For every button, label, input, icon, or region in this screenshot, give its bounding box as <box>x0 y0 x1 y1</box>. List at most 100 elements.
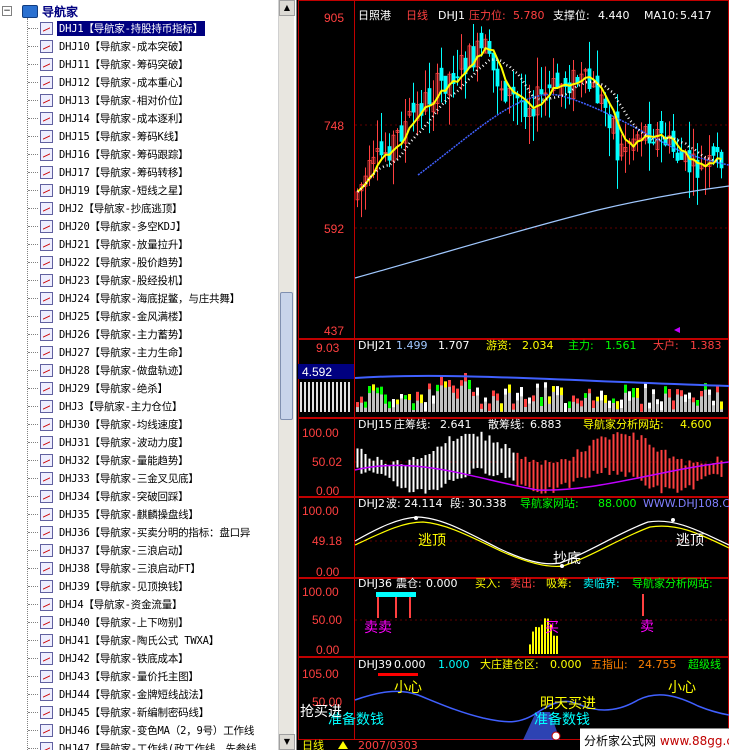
volume-bar-top <box>520 387 523 397</box>
formula-item[interactable]: DHJ1【导航家-持股持币指标】 <box>0 19 278 37</box>
formula-item[interactable]: DHJ22【导航家-股价趋势】 <box>0 253 278 271</box>
scroll-down-icon[interactable]: ▼ <box>279 734 295 750</box>
formula-icon <box>40 255 53 269</box>
formula-item[interactable]: DHJ34【导航家-突破回踩】 <box>0 487 278 505</box>
formula-item[interactable]: DHJ43【导航家-量价托主图】 <box>0 667 278 685</box>
formula-item[interactable]: DHJ20【导航家-多空KDJ】 <box>0 217 278 235</box>
collapse-toggle-icon[interactable]: − <box>2 6 12 16</box>
volume-bar-top <box>388 401 391 409</box>
panel3-y-tick-2: 50.02 <box>312 455 342 469</box>
formula-item[interactable]: DHJ46【导航家-变色MA（2，9号）工作线 <box>0 721 278 739</box>
formula-item[interactable]: DHJ15【导航家-筹码K线】 <box>0 127 278 145</box>
volume-bar-top <box>452 385 455 393</box>
volume-bar-top <box>524 398 527 408</box>
tree-branch-line <box>28 568 38 569</box>
formula-item[interactable]: DHJ28【导航家-做盘轨迹】 <box>0 361 278 379</box>
formula-item[interactable]: DHJ14【导航家-成本逐利】 <box>0 109 278 127</box>
formula-item[interactable]: DHJ37【导航家-三浪启动】 <box>0 541 278 559</box>
formula-item[interactable]: DHJ45【导航家-新编制密码线】 <box>0 703 278 721</box>
formula-item[interactable]: DHJ30【导航家-均线速度】 <box>0 415 278 433</box>
panel3-label-1: 庄筹线: <box>394 417 431 431</box>
panel5-label-2: 买入: <box>475 577 501 590</box>
candlestick-series <box>355 24 724 218</box>
formula-item-label: DHJ27【导航家-主力生命】 <box>59 346 189 359</box>
main-y-tick-2: 748 <box>324 119 344 133</box>
volume-bar-top <box>576 398 579 404</box>
volume-bar-top <box>424 402 427 411</box>
formula-item[interactable]: DHJ40【导航家-上下吻别】 <box>0 613 278 631</box>
formula-item[interactable]: DHJ17【导航家-筹码转移】 <box>0 163 278 181</box>
tree-branch-line <box>28 46 38 47</box>
panel4-label-1: 波: <box>386 497 401 510</box>
panel4-value-2: 30.338 <box>468 497 507 510</box>
chart-canvas[interactable]: 905 748 592 437 日照港 日线 DHJ1 压力位: 5.780 支… <box>298 0 729 750</box>
resistance-value: 5.780 <box>513 9 545 22</box>
formula-item[interactable]: DHJ31【导航家-波动力度】 <box>0 433 278 451</box>
formula-item[interactable]: DHJ21【导航家-放量拉升】 <box>0 235 278 253</box>
volume-bar-top <box>492 390 495 397</box>
caution-label-1: 小心 <box>394 680 422 696</box>
volume-bar-top <box>376 387 379 394</box>
formula-item[interactable]: DHJ3【导航家-主力仓位】 <box>0 397 278 415</box>
formula-item[interactable]: DHJ26【导航家-主力蓄势】 <box>0 325 278 343</box>
formula-item[interactable]: DHJ24【导航家-海底捉鳖，与庄共舞】 <box>0 289 278 307</box>
current-marker-icon <box>674 327 680 333</box>
candle-body <box>539 89 544 95</box>
formula-icon <box>40 489 53 503</box>
tree-branch-line <box>28 550 38 551</box>
formula-item[interactable]: DHJ33【导航家-三金叉见底】 <box>0 469 278 487</box>
panel5-value-1: 0.000 <box>426 577 458 590</box>
volume-bar-top <box>628 391 631 401</box>
formula-item[interactable]: DHJ42【导航家-铁底成本】 <box>0 649 278 667</box>
formula-item-label: DHJ17【导航家-筹码转移】 <box>59 166 189 179</box>
formula-item-label: DHJ23【导航家-股经投机】 <box>59 274 189 287</box>
formula-item[interactable]: DHJ32【导航家-量能趋势】 <box>0 451 278 469</box>
candle-body <box>607 114 612 129</box>
signal-dot <box>551 731 561 741</box>
panel4-url: WWW.DHJ108.COM <box>643 497 729 510</box>
formula-item[interactable]: DHJ29【导航家-绝杀】 <box>0 379 278 397</box>
candle-body <box>491 52 496 71</box>
tree-branch-line <box>28 226 38 227</box>
tree-scrollbar[interactable]: ▲ ▼ <box>278 0 295 750</box>
formula-item[interactable]: DHJ23【导航家-股经投机】 <box>0 271 278 289</box>
volume-bar-top <box>380 386 383 395</box>
tree-branch-line <box>28 658 38 659</box>
formula-item[interactable]: DHJ13【导航家-相对价位】 <box>0 91 278 109</box>
formula-item[interactable]: DHJ19【导航家-短线之星】 <box>0 181 278 199</box>
formula-item[interactable]: DHJ10【导航家-成本突破】 <box>0 37 278 55</box>
tree-branch-line <box>28 28 38 29</box>
formula-item[interactable]: DHJ39【导航家-见顶换钱】 <box>0 577 278 595</box>
volume-bar-top <box>584 393 587 398</box>
panel6-value-1: 0.000 <box>394 658 426 671</box>
scrollbar-thumb[interactable] <box>280 292 293 420</box>
formula-item[interactable]: DHJ27【导航家-主力生命】 <box>0 343 278 361</box>
formula-item[interactable]: DHJ2【导航家-抄底逃顶】 <box>0 199 278 217</box>
formula-item[interactable]: DHJ47【导航家-工作线(政工作线，先参线 <box>0 739 278 750</box>
formula-item[interactable]: DHJ12【导航家-成本重心】 <box>0 73 278 91</box>
volume-bar-top <box>668 389 671 398</box>
candle-body <box>603 98 608 108</box>
formula-item[interactable]: DHJ16【导航家-筹码跟踪】 <box>0 145 278 163</box>
formula-item-label: DHJ47【导航家-工作线(政工作线，先参线 <box>59 742 257 750</box>
tree-root-node[interactable]: − 导航家 <box>2 2 78 20</box>
stock-chart-area[interactable]: 905 748 592 437 日照港 日线 DHJ1 压力位: 5.780 支… <box>298 0 729 750</box>
resistance-label: 压力位: <box>469 8 506 22</box>
formula-item[interactable]: DHJ4【导航家-资金流量】 <box>0 595 278 613</box>
formula-icon <box>40 471 53 485</box>
volume-bar-top <box>580 400 583 407</box>
tree-branch-line <box>28 532 38 533</box>
formula-icon <box>40 687 53 701</box>
formula-item[interactable]: DHJ11【导航家-筹码突破】 <box>0 55 278 73</box>
formula-item[interactable]: DHJ44【导航家-金牌短线战法】 <box>0 685 278 703</box>
formula-icon <box>40 345 53 359</box>
volume-bar-top <box>556 386 559 396</box>
scroll-up-icon[interactable]: ▲ <box>279 0 295 16</box>
volume-label-zhuli: 主力: <box>568 339 594 352</box>
formula-item[interactable]: DHJ41【导航家-陶氏公式 TWXA】 <box>0 631 278 649</box>
formula-item[interactable]: DHJ38【导航家-三浪启动FT】 <box>0 559 278 577</box>
formula-item[interactable]: DHJ36【导航家-买卖分明的指标：盘口异 <box>0 523 278 541</box>
formula-item[interactable]: DHJ35【导航家-麒麟操盘线】 <box>0 505 278 523</box>
formula-item[interactable]: DHJ25【导航家-金风满楼】 <box>0 307 278 325</box>
status-period[interactable]: 日线 <box>302 738 324 750</box>
